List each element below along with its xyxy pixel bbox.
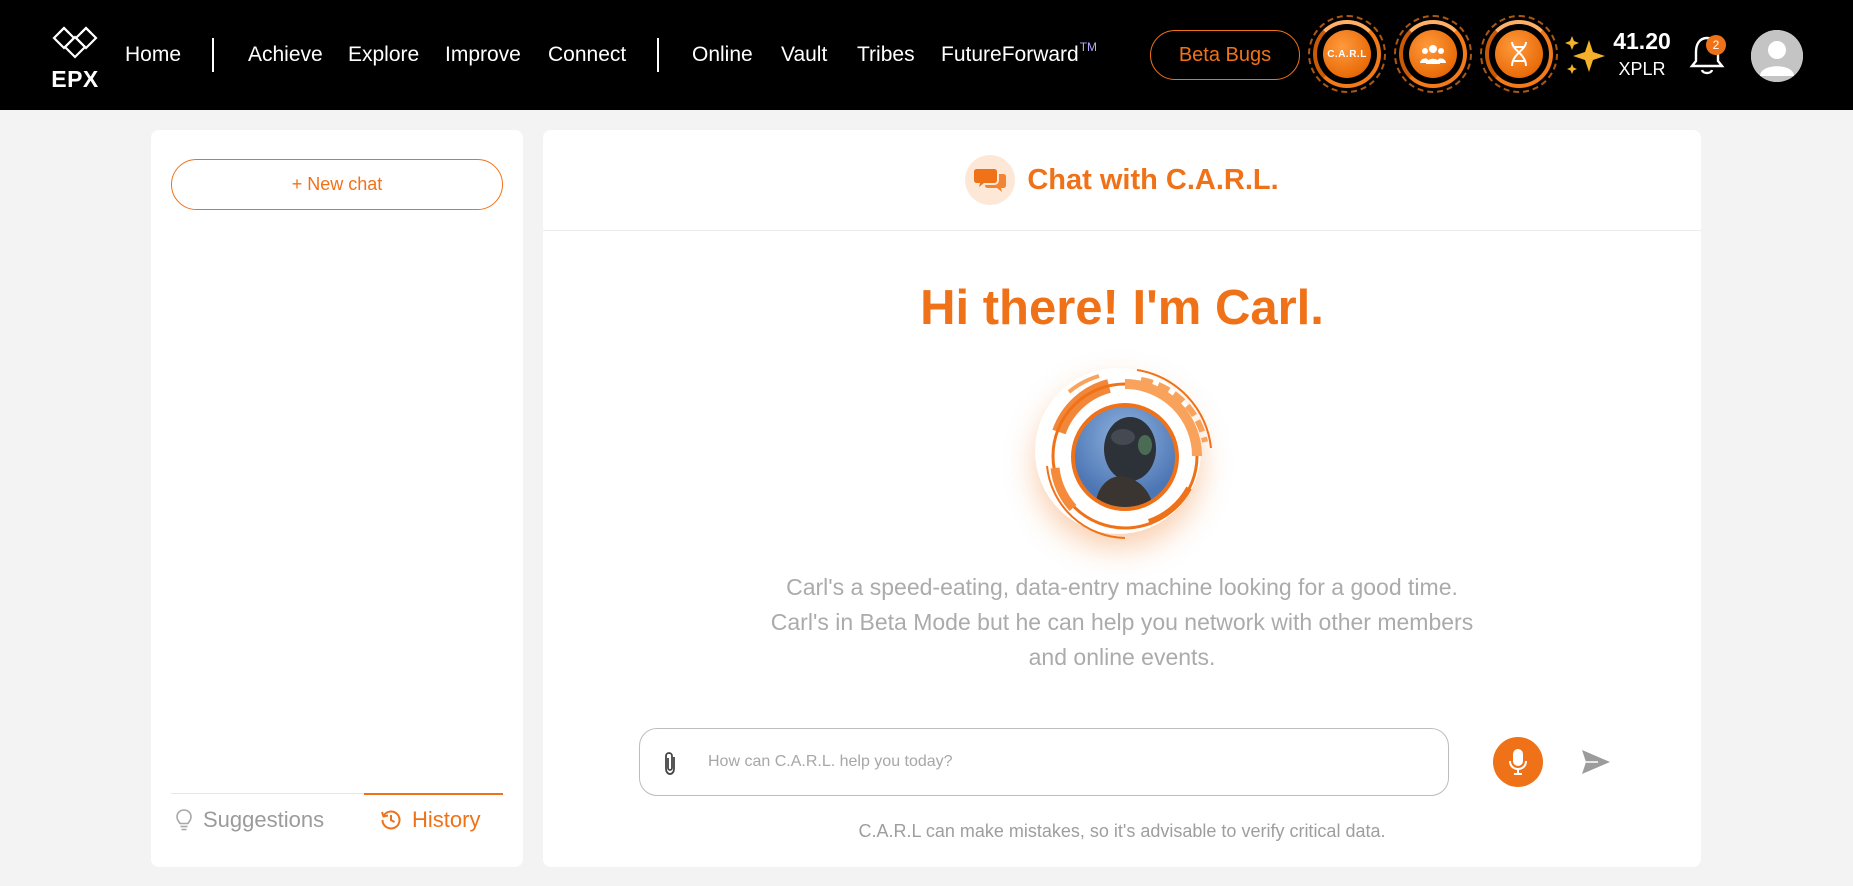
nav-futureforward[interactable]: FutureForwardTM [941,40,1098,67]
description-line: Carl's a speed-eating, data-entry machin… [786,574,1458,600]
xp-balance-value: 41.20 [1613,28,1671,54]
chat-header: Chat with C.A.R.L. [543,130,1701,231]
paperclip-icon[interactable] [660,751,682,777]
tab-history[interactable]: History [364,792,503,845]
tribe-icon [1409,30,1457,78]
nav-improve[interactable]: Improve [445,43,521,67]
tab-suggestions-label: Suggestions [203,807,325,832]
user-avatar-button[interactable] [1751,30,1803,82]
notification-count-badge: 2 [1706,35,1726,55]
nav-divider [212,38,214,72]
dna-shortcut-button[interactable] [1480,15,1558,93]
user-avatar-icon [1751,30,1803,82]
send-message-button[interactable] [1578,744,1614,780]
carl-description: Carl's a speed-eating, data-entry machin… [703,570,1541,675]
carl-portrait [1071,403,1179,511]
carl-avatar [1029,358,1215,544]
dna-icon [1495,30,1543,78]
xp-balance-unit: XPLR [1618,59,1666,79]
lightbulb-icon [176,809,192,831]
nav-home[interactable]: Home [125,43,181,67]
carl-badge-text: C.A.R.L [1327,48,1367,60]
nav-explore[interactable]: Explore [348,43,419,67]
beta-bugs-button[interactable]: Beta Bugs [1150,30,1300,80]
nav-online[interactable]: Online [692,43,753,67]
top-navigation-bar: EPX Home Achieve Explore Improve Connect… [0,0,1853,110]
message-input[interactable] [708,743,1428,781]
carl-icon: C.A.R.L [1323,30,1371,78]
tab-history-label: History [412,806,481,832]
nav-achieve[interactable]: Achieve [248,43,323,67]
nav-divider [657,38,659,72]
nav-futureforward-label: FutureForward [941,43,1079,66]
new-chat-button[interactable]: + New chat [171,159,503,210]
greeting-heading: Hi there! I'm Carl. [920,281,1324,335]
send-icon [1582,750,1610,774]
history-icon [381,810,401,829]
message-composer [639,728,1449,796]
description-line: and online events. [1028,644,1216,670]
description-line: Carl's in Beta Mode but he can help you … [770,609,1474,635]
sidebar-tabs: Suggestions History [171,792,503,846]
tribes-shortcut-button[interactable] [1394,15,1472,93]
epx-logo-text: EPX [51,66,99,92]
chat-bubbles-icon [965,155,1016,205]
ai-disclaimer: C.A.R.L can make mistakes, so it's advis… [858,821,1386,841]
sparkle-icon [1565,36,1605,74]
chat-title: Chat with C.A.R.L. [1027,163,1279,196]
nav-connect[interactable]: Connect [548,43,626,67]
epx-logo[interactable]: EPX [48,24,102,92]
nav-tribes[interactable]: Tribes [857,43,915,67]
voice-input-button[interactable] [1493,737,1543,787]
carl-shortcut-button[interactable]: C.A.R.L [1308,15,1386,93]
chat-panel: Chat with C.A.R.L. Hi there! I'm Carl. C… [543,130,1701,867]
trademark-mark: TM [1079,40,1098,54]
microphone-icon [1509,749,1527,775]
epx-logo-icon [52,26,98,59]
chat-sidebar: + New chat Suggestions History [151,130,523,867]
tab-suggestions[interactable]: Suggestions [171,794,364,846]
nav-vault[interactable]: Vault [781,43,827,67]
